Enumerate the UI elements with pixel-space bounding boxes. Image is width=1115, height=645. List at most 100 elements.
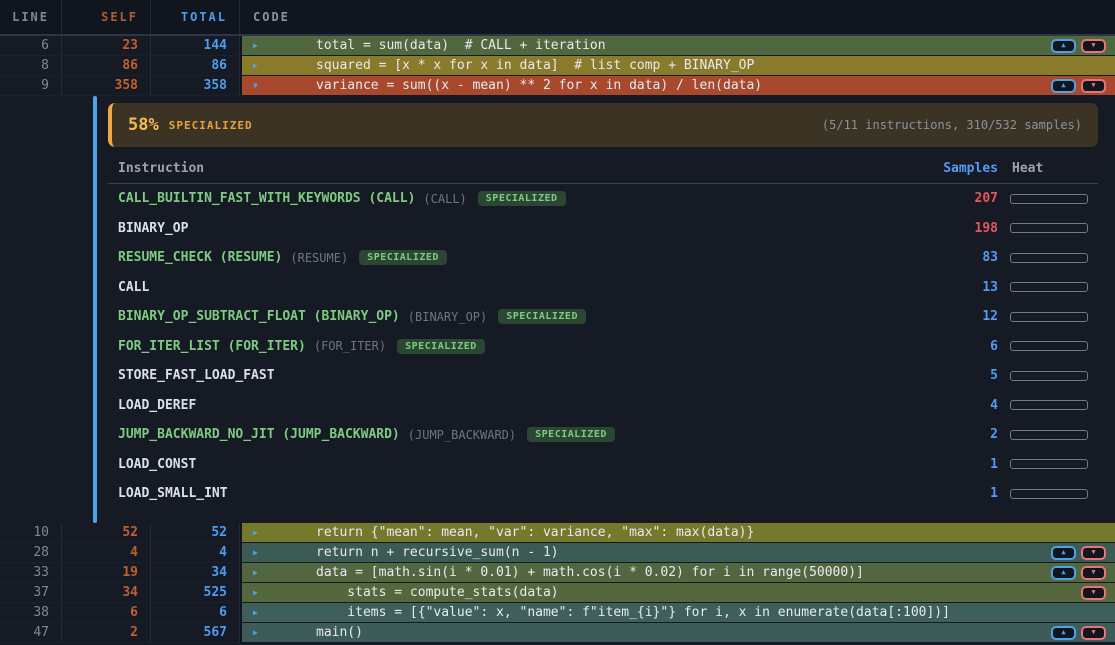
- move-down-button[interactable]: ▼: [1081, 566, 1106, 580]
- move-up-button[interactable]: ▲: [1051, 39, 1076, 53]
- samples-value: 198: [928, 221, 998, 236]
- code-text: squared = [x * x for x in data] # list c…: [316, 58, 754, 73]
- instruction-row: BINARY_OP_SUBTRACT_FLOAT (BINARY_OP) (BI…: [108, 302, 1098, 332]
- code-row[interactable]: 10 52 52 ▶ return {"mean": mean, "var": …: [0, 523, 1115, 543]
- instruction-table-header: Instruction Samples Heat: [108, 154, 1098, 184]
- code-cell[interactable]: ▶ data = [math.sin(i * 0.01) + math.cos(…: [240, 563, 1115, 583]
- instruction-row: RESUME_CHECK (RESUME) (RESUME) SPECIALIZ…: [108, 243, 1098, 273]
- code-row[interactable]: 28 4 4 ▶ return n + recursive_sum(n - 1)…: [0, 543, 1115, 563]
- samples-value: 13: [928, 280, 998, 295]
- heat-bar: [1010, 430, 1088, 440]
- code-text: data = [math.sin(i * 0.01) + math.cos(i …: [316, 565, 864, 580]
- line-detail-panel: 58% SPECIALIZED (5/11 instructions, 310/…: [0, 96, 1115, 523]
- move-down-button[interactable]: ▼: [1081, 39, 1106, 53]
- instruction-column-header: Instruction: [118, 161, 928, 176]
- expand-icon[interactable]: ▶: [253, 549, 258, 557]
- instruction-base-name: (BINARY_OP): [408, 310, 487, 324]
- instruction-name-text: STORE_FAST_LOAD_FAST: [118, 368, 275, 383]
- instruction-row: JUMP_BACKWARD_NO_JIT (JUMP_BACKWARD) (JU…: [108, 420, 1098, 450]
- move-up-button[interactable]: ▲: [1051, 566, 1076, 580]
- move-down-button[interactable]: ▼: [1081, 626, 1106, 640]
- instruction-base-name: (RESUME): [290, 251, 348, 265]
- code-cell[interactable]: ▼ variance = sum((x - mean) ** 2 for x i…: [240, 76, 1115, 96]
- code-text: variance = sum((x - mean) ** 2 for x in …: [316, 78, 762, 93]
- self-samples-cell: 19: [62, 563, 151, 583]
- column-header-self[interactable]: SELF: [62, 0, 151, 34]
- total-samples-cell: 52: [151, 523, 240, 543]
- code-text: stats = compute_stats(data): [316, 585, 559, 600]
- move-up-button[interactable]: ▲: [1051, 79, 1076, 93]
- code-row[interactable]: 37 34 525 ▶ stats = compute_stats(data) …: [0, 583, 1115, 603]
- code-cell[interactable]: ▶ squared = [x * x for x in data] # list…: [240, 56, 1115, 76]
- table-header: LINE SELF TOTAL CODE: [0, 0, 1115, 36]
- specialized-badge: SPECIALIZED: [478, 191, 566, 206]
- instruction-name-text: CALL: [118, 280, 149, 295]
- heat-bar: [1010, 223, 1088, 233]
- samples-value: 5: [928, 368, 998, 383]
- code-row[interactable]: 8 86 86 ▶ squared = [x * x for x in data…: [0, 56, 1115, 76]
- expansion-indicator-line: [93, 96, 97, 523]
- line-number-cell: 37: [0, 583, 62, 603]
- samples-value: 207: [928, 191, 998, 206]
- code-cell[interactable]: ▶ return {"mean": mean, "var": variance,…: [240, 523, 1115, 543]
- total-samples-cell: 34: [151, 563, 240, 583]
- total-samples-cell: 358: [151, 76, 240, 96]
- code-rows-bottom: 10 52 52 ▶ return {"mean": mean, "var": …: [0, 523, 1115, 643]
- code-row[interactable]: 6 23 144 ▶ total = sum(data) # CALL + it…: [0, 36, 1115, 56]
- code-text: main(): [316, 625, 363, 640]
- move-up-button[interactable]: ▲: [1051, 626, 1076, 640]
- specialization-note: (5/11 instructions, 310/532 samples): [822, 118, 1082, 132]
- code-cell[interactable]: ▶ return n + recursive_sum(n - 1) ▲ ▼: [240, 543, 1115, 563]
- expand-icon[interactable]: ▶: [253, 62, 258, 70]
- instruction-name-text: LOAD_DEREF: [118, 398, 196, 413]
- self-samples-cell: 34: [62, 583, 151, 603]
- expand-icon[interactable]: ▶: [253, 589, 258, 597]
- heat-bar: [1010, 282, 1088, 292]
- self-samples-cell: 358: [62, 76, 151, 96]
- instruction-name-text: JUMP_BACKWARD_NO_JIT (JUMP_BACKWARD): [118, 427, 400, 442]
- instruction-row: LOAD_CONST 1: [108, 450, 1098, 480]
- samples-column-header[interactable]: Samples: [928, 161, 998, 176]
- code-row[interactable]: 38 6 6 ▶ items = [{"value": x, "name": f…: [0, 603, 1115, 623]
- samples-value: 83: [928, 250, 998, 265]
- instruction-name-text: RESUME_CHECK (RESUME): [118, 250, 282, 265]
- code-cell[interactable]: ▶ stats = compute_stats(data) ▼: [240, 583, 1115, 603]
- expand-icon[interactable]: ▶: [253, 569, 258, 577]
- instruction-name-text: FOR_ITER_LIST (FOR_ITER): [118, 339, 306, 354]
- heat-bar: [1010, 371, 1088, 381]
- code-row[interactable]: 33 19 34 ▶ data = [math.sin(i * 0.01) + …: [0, 563, 1115, 583]
- move-up-button[interactable]: ▲: [1051, 546, 1076, 560]
- code-row[interactable]: 47 2 567 ▶ main() ▲ ▼: [0, 623, 1115, 643]
- line-number-cell: 47: [0, 623, 62, 643]
- expand-icon[interactable]: ▶: [253, 529, 258, 537]
- specialization-label: SPECIALIZED: [169, 119, 253, 132]
- code-cell[interactable]: ▶ total = sum(data) # CALL + iteration ▲…: [240, 36, 1115, 56]
- line-number-cell: 28: [0, 543, 62, 563]
- instruction-row: CALL_BUILTIN_FAST_WITH_KEYWORDS (CALL) (…: [108, 184, 1098, 214]
- instruction-row: BINARY_OP 198: [108, 214, 1098, 244]
- heat-bar: [1010, 400, 1088, 410]
- column-header-total[interactable]: TOTAL: [151, 0, 240, 34]
- code-cell[interactable]: ▶ items = [{"value": x, "name": f"item_{…: [240, 603, 1115, 623]
- move-down-button[interactable]: ▼: [1081, 79, 1106, 93]
- instruction-name: LOAD_SMALL_INT: [118, 486, 928, 501]
- expand-icon[interactable]: ▼: [253, 82, 258, 90]
- instruction-name: CALL: [118, 280, 928, 295]
- specialized-badge: SPECIALIZED: [397, 339, 485, 354]
- heat-bar: [1010, 253, 1088, 263]
- code-rows-top: 6 23 144 ▶ total = sum(data) # CALL + it…: [0, 36, 1115, 96]
- heat-bar: [1010, 341, 1088, 351]
- heat-bar: [1010, 459, 1088, 469]
- move-down-button[interactable]: ▼: [1081, 546, 1106, 560]
- specialized-badge: SPECIALIZED: [498, 309, 586, 324]
- expand-icon[interactable]: ▶: [253, 609, 258, 617]
- self-samples-cell: 6: [62, 603, 151, 623]
- expand-icon[interactable]: ▶: [253, 629, 258, 637]
- instruction-name-text: LOAD_SMALL_INT: [118, 486, 228, 501]
- code-cell[interactable]: ▶ main() ▲ ▼: [240, 623, 1115, 643]
- move-down-button[interactable]: ▼: [1081, 586, 1106, 600]
- instruction-name: BINARY_OP_SUBTRACT_FLOAT (BINARY_OP) (BI…: [118, 309, 928, 324]
- code-row[interactable]: 9 358 358 ▼ variance = sum((x - mean) **…: [0, 76, 1115, 96]
- instruction-base-name: (JUMP_BACKWARD): [408, 428, 516, 442]
- expand-icon[interactable]: ▶: [253, 42, 258, 50]
